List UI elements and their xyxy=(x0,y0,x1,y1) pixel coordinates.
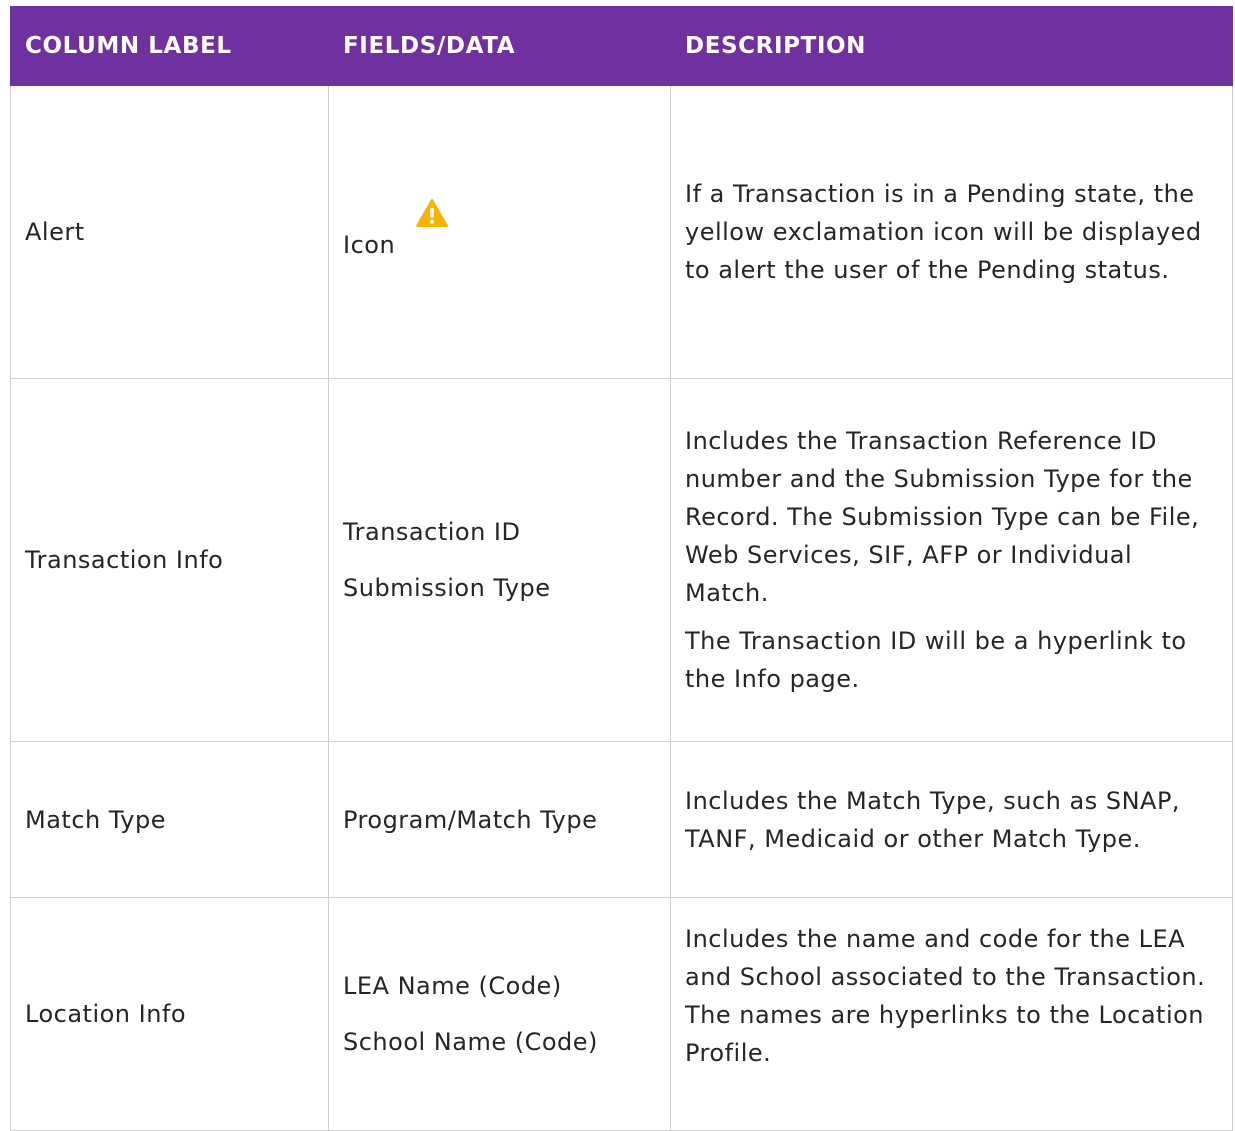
row-label: Location Info xyxy=(10,897,329,1131)
field-item: School Name (Code) xyxy=(343,1028,598,1056)
field-item: LEA Name (Code) xyxy=(343,972,562,1000)
row-fields: Program/Match Type xyxy=(328,741,671,898)
row-fields: Transaction ID Submission Type xyxy=(328,378,671,742)
row-description: Includes the Match Type, such as SNAP, T… xyxy=(670,741,1233,898)
field-item: Transaction ID xyxy=(343,518,521,546)
table-row: Location Info LEA Name (Code) School Nam… xyxy=(10,897,1233,1131)
header-column-label: COLUMN LABEL xyxy=(10,6,329,86)
description-paragraph: Includes the name and code for the LEA a… xyxy=(685,925,1206,1067)
field-item: Program/Match Type xyxy=(343,805,598,834)
row-label: Alert xyxy=(10,85,329,379)
row-fields: Icon xyxy=(328,85,671,379)
row-fields: LEA Name (Code) School Name (Code) xyxy=(328,897,671,1131)
row-label: Match Type xyxy=(10,741,329,898)
description-paragraph: If a Transaction is in a Pending state, … xyxy=(685,180,1202,284)
description-paragraph: Includes the Transaction Reference ID nu… xyxy=(685,427,1200,607)
header-description: DESCRIPTION xyxy=(670,6,1233,86)
table-row: Transaction Info Transaction ID Submissi… xyxy=(10,378,1233,742)
row-description: If a Transaction is in a Pending state, … xyxy=(670,85,1233,379)
description-paragraph: Includes the Match Type, such as SNAP, T… xyxy=(685,786,1181,853)
column-description-table: COLUMN LABEL FIELDS/DATA DESCRIPTION Ale… xyxy=(10,6,1233,1131)
field-icon-label: Icon xyxy=(343,230,396,259)
table-row: Match Type Program/Match Type Includes t… xyxy=(10,741,1233,898)
row-label: Transaction Info xyxy=(10,378,329,742)
field-item: Submission Type xyxy=(343,574,551,602)
row-description: Includes the name and code for the LEA a… xyxy=(670,897,1233,1131)
warning-icon xyxy=(415,198,449,239)
header-fields-data: FIELDS/DATA xyxy=(328,6,671,86)
description-paragraph: The Transaction ID will be a hyperlink t… xyxy=(685,627,1187,693)
table-header-row: COLUMN LABEL FIELDS/DATA DESCRIPTION xyxy=(10,6,1233,86)
table-row: Alert Icon If a Transaction is in a Pend… xyxy=(10,85,1233,379)
row-description: Includes the Transaction Reference ID nu… xyxy=(670,378,1233,742)
